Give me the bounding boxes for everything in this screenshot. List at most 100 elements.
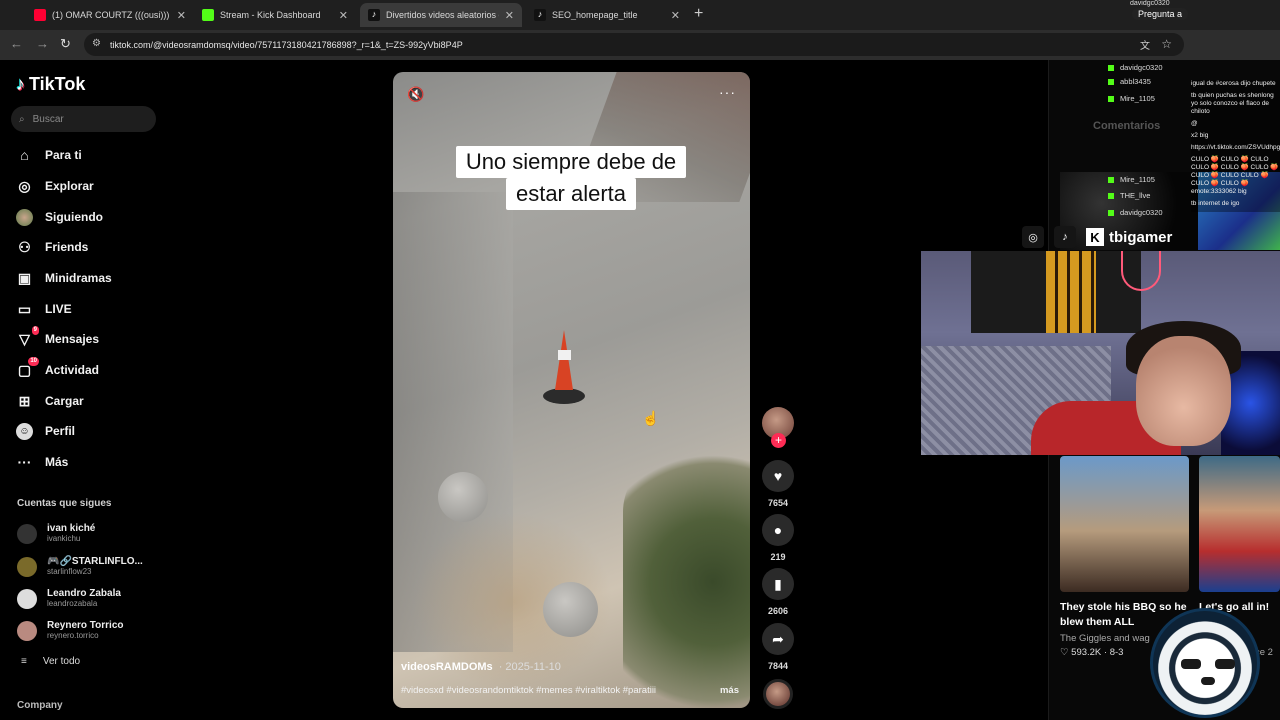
mouse-cursor-icon: ☝ xyxy=(642,410,660,426)
avatar xyxy=(17,588,37,609)
sidebar-item-mas[interactable]: ··· Más xyxy=(16,451,69,473)
sidebar-item-friends[interactable]: ⚇ Friends xyxy=(16,236,88,258)
tab-seo-homepage[interactable]: ♪ SEO_homepage_title ✕ xyxy=(526,3,688,27)
instagram-icon: ◎ xyxy=(1022,226,1044,248)
webcam-person-face xyxy=(1136,336,1231,446)
music-disc-avatar[interactable] xyxy=(763,679,793,709)
streamer-brand-strip: ◎ ♪ Ktbigamer xyxy=(1016,223,1280,251)
minidramas-icon: ▣ xyxy=(17,269,32,286)
mute-icon[interactable]: 🔇 xyxy=(407,86,424,103)
bollard xyxy=(543,582,598,637)
chat-message: Mire_1105 xyxy=(1108,175,1155,184)
profile-icon: ☺ xyxy=(16,422,33,440)
sidebar-item-para-ti[interactable]: ⌂ Para ti xyxy=(16,144,81,166)
company-link[interactable]: Company xyxy=(17,700,63,711)
panda-nose xyxy=(1201,677,1215,685)
kick-icon xyxy=(1108,176,1114,183)
save-button[interactable]: ▮ 2606 xyxy=(762,568,794,616)
tiktok-logo[interactable]: ♪ TikTok xyxy=(16,74,85,95)
following-account[interactable]: ivan kiché ivankichu xyxy=(17,523,95,544)
video-author[interactable]: videosRAMDOMs · 2025-11-10 xyxy=(401,661,561,673)
comments-tab[interactable]: Comentarios xyxy=(1093,120,1160,132)
sidebar-item-actividad[interactable]: ▢ 10 Actividad xyxy=(16,356,99,381)
tiktok-icon: ♪ xyxy=(534,9,546,21)
comment-icon: ● xyxy=(762,514,794,546)
screen: (1) OMAR COURTZ (((ousi))) - Y ✕ Stream … xyxy=(0,0,1280,720)
home-icon: ⌂ xyxy=(20,147,29,163)
comment-button[interactable]: ● 219 xyxy=(762,514,794,562)
url-field[interactable]: ⚙ tiktok.com/@videosramdomsq/video/75711… xyxy=(84,33,1184,56)
upload-icon: ⊞ xyxy=(18,392,31,409)
tab-kick-dashboard[interactable]: Stream - Kick Dashboard ✕ xyxy=(194,3,356,27)
recommended-video-thumbnail[interactable] xyxy=(1060,456,1189,592)
close-icon[interactable]: ✕ xyxy=(671,9,680,22)
youtube-icon xyxy=(34,9,46,21)
following-account[interactable]: Reynero Torrico reynero.torrico xyxy=(17,620,124,641)
webcam-neon-sign xyxy=(1121,251,1161,291)
video-caption: Uno siempre debe de estar alerta xyxy=(445,146,697,210)
tab-youtube[interactable]: (1) OMAR COURTZ (((ousi))) - Y ✕ xyxy=(26,3,194,27)
recommended-video-thumbnail[interactable] xyxy=(1199,456,1280,592)
close-icon[interactable]: ✕ xyxy=(339,9,348,22)
search-icon: ⌕ xyxy=(19,113,25,125)
sidebar-item-cargar[interactable]: ⊞ Cargar xyxy=(16,390,84,412)
avatar xyxy=(17,556,37,577)
sidebar-item-minidramas[interactable]: ▣ Minidramas xyxy=(16,267,112,289)
chat-top-user: davidgc0320 xyxy=(1130,0,1170,7)
site-info-icon[interactable]: ⚙ xyxy=(92,38,101,49)
search-input[interactable]: ⌕ Buscar xyxy=(11,106,156,132)
share-icon: ➦ xyxy=(762,623,794,655)
video-hashtags[interactable]: #videosxd #videosrandomtiktok #memes #vi… xyxy=(401,685,741,696)
close-icon[interactable]: ✕ xyxy=(505,9,514,22)
following-icon xyxy=(16,208,33,226)
chat-message: abbl3435 xyxy=(1108,77,1151,86)
forward-icon[interactable]: → xyxy=(36,36,49,51)
kick-logo-icon: K xyxy=(1086,228,1104,246)
webcam-curtain xyxy=(1046,251,1096,333)
tiktok-icon: ♪ xyxy=(1054,226,1076,248)
kick-icon xyxy=(202,9,214,21)
avatar xyxy=(17,523,37,544)
following-account[interactable]: Leandro Zabala leandrozabala xyxy=(17,588,121,609)
kick-icon xyxy=(1108,209,1114,216)
tiktok-note-icon: ♪ xyxy=(16,74,25,94)
panda-eye xyxy=(1215,659,1235,669)
traffic-cone xyxy=(555,330,573,390)
back-icon[interactable]: ← xyxy=(10,36,23,51)
more-link[interactable]: más xyxy=(720,685,739,696)
sidebar-item-perfil[interactable]: ☺ Perfil xyxy=(16,420,75,442)
reload-icon[interactable]: ↻ xyxy=(60,36,71,52)
tiktok-page: ♪ TikTok ⌕ Buscar ⌂ Para ti ◎ Explorar S… xyxy=(0,60,1280,720)
close-icon[interactable]: ✕ xyxy=(177,9,186,22)
new-tab-button[interactable]: + xyxy=(694,5,703,23)
traffic-cone-stripe xyxy=(558,350,571,360)
sidebar-item-live[interactable]: ▭ LIVE xyxy=(16,298,72,320)
tab-tiktok-video[interactable]: ♪ Divertidos videos aleatorios de ✕ xyxy=(360,3,522,27)
ask-button[interactable]: Pregunta a xyxy=(1132,8,1189,20)
following-section-title: Cuentas que sigues xyxy=(17,498,112,509)
video-player[interactable]: Uno siempre debe de estar alerta 🔇 ··· v… xyxy=(393,72,750,708)
tiktok-icon: ♪ xyxy=(368,9,380,21)
following-account[interactable]: 🎮🔗STARLINFLO... starlinflow23 xyxy=(17,556,143,577)
browser-tab-bar: (1) OMAR COURTZ (((ousi))) - Y ✕ Stream … xyxy=(0,0,1280,30)
share-button[interactable]: ➦ 7844 xyxy=(762,623,794,671)
like-button[interactable]: ♥ 7654 xyxy=(762,460,794,508)
traffic-cone-base xyxy=(543,388,585,404)
sidebar-item-explorar[interactable]: ◎ Explorar xyxy=(16,175,93,197)
follow-plus-button[interactable]: + xyxy=(771,433,786,448)
see-all-link[interactable]: ≡ Ver todo xyxy=(21,656,80,667)
panda-eye xyxy=(1181,659,1201,669)
messages-badge: 9 xyxy=(31,325,39,335)
sidebar-item-mensajes[interactable]: ▽ 9 Mensajes xyxy=(16,325,99,350)
more-options-icon[interactable]: ··· xyxy=(719,84,736,100)
save-count: 2606 xyxy=(767,606,789,616)
kick-icon xyxy=(1108,192,1114,199)
bookmark-star-icon[interactable]: ☆ xyxy=(1161,37,1172,51)
sidebar-item-siguiendo[interactable]: Siguiendo xyxy=(16,206,103,228)
compass-icon: ◎ xyxy=(18,177,31,194)
activity-badge: 10 xyxy=(28,356,39,366)
share-count: 7844 xyxy=(767,661,789,671)
video-scene-bush xyxy=(623,452,750,708)
recommended-video-stats: ♡ 593.2K · 8-3 xyxy=(1060,647,1124,658)
translate-icon[interactable]: 文 xyxy=(1140,37,1150,52)
